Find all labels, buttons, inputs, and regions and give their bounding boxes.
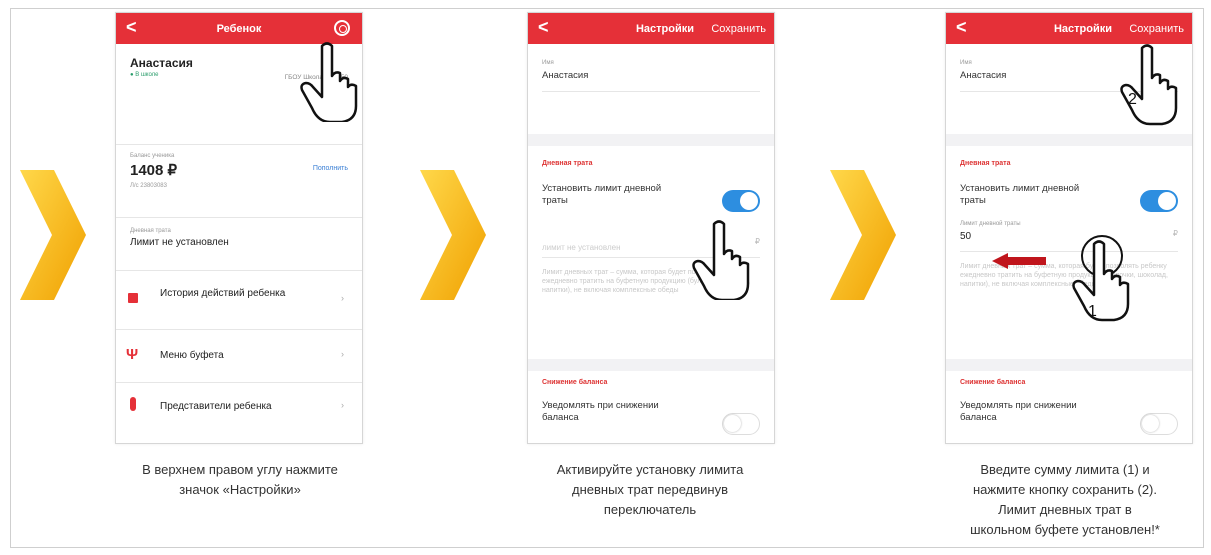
section-header: Снижение баланса	[542, 379, 608, 386]
menu-item-label: История действий ребенка	[160, 288, 286, 299]
limit-toggle[interactable]	[1140, 190, 1178, 212]
balance-section: Снижение баланса Уведомлять при снижении…	[960, 379, 1178, 435]
screen-title: Настройки	[635, 22, 694, 35]
notify-label: Уведомлять при снижении баланса	[542, 400, 659, 423]
daily-value: Лимит не установлен	[130, 237, 229, 248]
representatives-icon	[130, 397, 136, 411]
account-number: Л/с 23803083	[130, 183, 167, 189]
limit-toggle-label: Установить лимит дневной траты	[960, 183, 1080, 206]
daily-label: Дневная трата	[130, 228, 171, 234]
limit-toggle-label: Установить лимит дневной траты	[542, 183, 662, 206]
chevron-right-icon: ›	[341, 400, 344, 410]
chevron-right-icon: ›	[341, 293, 344, 303]
screen-title: Ребенок	[216, 22, 262, 35]
notify-toggle[interactable]	[722, 413, 760, 435]
chevron-right-icon: ›	[341, 349, 344, 359]
menu-item-history[interactable]: История действий ребенка ›	[116, 271, 362, 329]
screen-title: Настройки	[1053, 22, 1112, 35]
section-header: Снижение баланса	[960, 379, 1026, 386]
chevron-arrow-icon	[20, 170, 86, 300]
topup-link[interactable]: Пополнить	[313, 165, 348, 172]
section-header: Дневная трата	[542, 160, 593, 167]
save-button[interactable]: Сохранить	[711, 23, 766, 35]
pointing-hand-step1-icon: 1	[1072, 235, 1130, 322]
gear-icon[interactable]	[334, 20, 350, 36]
save-button[interactable]: Сохранить	[1129, 23, 1184, 35]
name-value: Анастасия	[542, 70, 589, 81]
svg-text:2: 2	[1128, 91, 1137, 108]
menu-item-representatives[interactable]: Представители ребенка ›	[116, 383, 362, 433]
caption-step1: В верхнем правом углу нажмите значок «На…	[142, 462, 338, 497]
daily-spend: Дневная трата Лимит не установлен	[116, 218, 362, 270]
red-arrow-icon	[992, 253, 1046, 269]
pointing-hand-icon	[692, 220, 750, 300]
header-bar: < Настройки Сохранить	[946, 13, 1192, 44]
caption-step3: Введите сумму лимита (1) и нажмите кнопк…	[970, 462, 1160, 537]
menu-item-label: Меню буфета	[160, 350, 224, 361]
name-label: Имя	[542, 60, 554, 66]
chevron-arrow-icon	[420, 170, 486, 300]
balance-card: Баланс ученика 1408 ₽ Л/с 23803083 Попол…	[116, 145, 362, 217]
balance-label: Баланс ученика	[130, 153, 175, 159]
limit-toggle[interactable]	[722, 190, 760, 212]
name-field[interactable]: Имя Анастасия	[528, 44, 774, 134]
header-bar: < Настройки Сохранить	[528, 13, 774, 44]
history-icon	[128, 293, 138, 303]
notify-toggle[interactable]	[1140, 413, 1178, 435]
pointing-hand-icon	[300, 42, 358, 122]
svg-text:1: 1	[1088, 303, 1097, 320]
back-icon[interactable]: <	[538, 17, 549, 37]
chevron-arrow-icon	[830, 170, 896, 300]
section-header: Дневная трата	[960, 160, 1011, 167]
menu-item-buffet[interactable]: Ψ Меню буфета ›	[116, 330, 362, 382]
balance-section: Снижение баланса Уведомлять при снижении…	[542, 379, 760, 435]
back-icon[interactable]: <	[956, 17, 967, 37]
notify-label: Уведомлять при снижении баланса	[960, 400, 1077, 423]
caption-step2: Активируйте установку лимита дневных тра…	[556, 462, 744, 517]
menu-item-label: Представители ребенка	[160, 401, 272, 412]
cutlery-icon: Ψ	[126, 346, 139, 363]
pointing-hand-step2-icon: 2	[1120, 44, 1178, 126]
